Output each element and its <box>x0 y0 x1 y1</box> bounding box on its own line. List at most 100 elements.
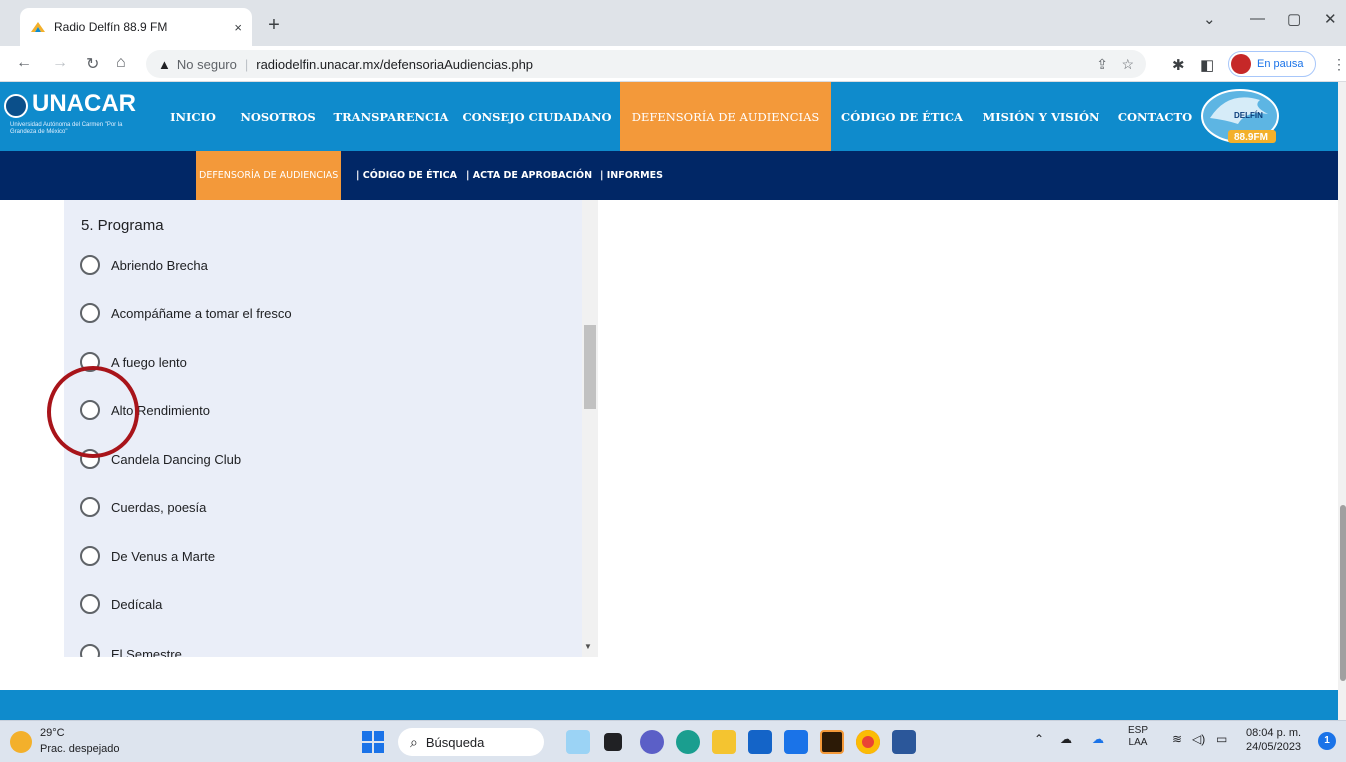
extensions-icon[interactable]: ✱ <box>1172 56 1185 74</box>
subnav-informes[interactable]: | INFORMES <box>600 151 663 200</box>
windows-taskbar: 29°C Prac. despejado ⌕ Búsqueda ⌃ ☁ ☁ ES… <box>0 720 1346 762</box>
search-placeholder: Búsqueda <box>425 734 485 750</box>
logo-subtitle: Universidad Autónoma del Carmen "Por la … <box>10 122 123 135</box>
radio-button[interactable] <box>80 303 100 323</box>
task-view-icon[interactable] <box>604 733 622 751</box>
l-app-icon[interactable] <box>784 730 808 754</box>
nav-contacto[interactable]: CONTACTO <box>1114 82 1196 151</box>
option-label[interactable]: Abriendo Brecha <box>111 258 208 273</box>
radio-button[interactable] <box>80 255 100 275</box>
system-clock[interactable]: 08:04 p. m. 24/05/2023 <box>1246 726 1301 754</box>
subnav-acta-aprobacion[interactable]: | ACTA DE APROBACIÓN <box>466 151 592 200</box>
taskbar-search[interactable]: ⌕ Búsqueda <box>398 728 544 756</box>
question-title: 5. Programa <box>81 217 164 234</box>
radio-delfin-logo[interactable]: DELFÍN 88.9FM <box>1198 84 1282 148</box>
menu-kebab-icon[interactable]: ⋮ <box>1332 56 1346 73</box>
option-label[interactable]: Dedícala <box>111 597 162 612</box>
language-code: ESP <box>1128 725 1149 736</box>
radio-logo-name: DELFÍN <box>1234 111 1263 120</box>
unacar-logo[interactable]: UNACAR Universidad Autónoma del Carmen "… <box>4 90 154 138</box>
subnav-codigo-etica[interactable]: | CÓDIGO DE ÉTICA <box>356 151 457 200</box>
teams-chat-icon[interactable] <box>640 730 664 754</box>
option-acompaname[interactable]: Acompáñame a tomar el fresco <box>80 302 292 324</box>
search-icon: ⌕ <box>410 733 418 750</box>
radio-button[interactable] <box>80 594 100 614</box>
profile-label: En pausa <box>1257 58 1304 70</box>
nav-consejo-ciudadano[interactable]: CONSEJO CIUDADANO <box>458 82 616 151</box>
nav-transparencia[interactable]: TRANSPARENCIA <box>332 82 450 151</box>
chrome-icon[interactable] <box>856 730 880 754</box>
site-footer <box>0 690 1338 720</box>
browser-tab[interactable]: Radio Delfín 88.9 FM × <box>20 8 252 46</box>
back-icon[interactable]: ← <box>16 54 32 72</box>
nav-nosotros[interactable]: NOSOTROS <box>232 82 324 151</box>
forward-icon[interactable]: → <box>52 54 68 72</box>
nav-inicio[interactable]: INICIO <box>162 82 224 151</box>
scroll-down-arrow-icon[interactable]: ▼ <box>584 642 592 651</box>
embedded-survey-form: 5. Programa Abriendo Brecha Acompáñame a… <box>64 200 598 657</box>
option-label[interactable]: El Semestre <box>111 647 182 658</box>
onedrive-outline-icon[interactable]: ☁ <box>1060 732 1072 746</box>
clock-date: 24/05/2023 <box>1246 741 1302 753</box>
subnav-defensoria[interactable]: DEFENSORÍA DE AUDIENCIAS <box>196 151 342 200</box>
url-text[interactable]: radiodelfin.unacar.mx/defensoriaAudienci… <box>256 57 533 72</box>
option-label[interactable]: Cuerdas, poesía <box>111 500 206 515</box>
minimize-button[interactable]: — <box>1250 10 1265 27</box>
omnibox-separator: | <box>244 56 249 72</box>
form-scrollbar[interactable] <box>582 200 598 657</box>
file-explorer-icon[interactable] <box>712 730 736 754</box>
weather-description[interactable]: Prac. despejado <box>40 743 120 755</box>
radio-button[interactable] <box>80 546 100 566</box>
nav-defensoria[interactable]: DEFENSORÍA DE AUDIENCIAS <box>620 82 831 151</box>
word-icon[interactable] <box>892 730 916 754</box>
onedrive-icon[interactable]: ☁ <box>1092 732 1104 746</box>
radio-logo-frequency: 88.9FM <box>1234 132 1268 143</box>
radio-button[interactable] <box>80 644 100 657</box>
option-label[interactable]: Candela Dancing Club <box>111 452 241 467</box>
reload-icon[interactable]: ↻ <box>86 54 99 74</box>
weather-moon-icon[interactable] <box>10 731 32 753</box>
radio-button[interactable] <box>80 497 100 517</box>
battery-icon[interactable]: ▭ <box>1216 732 1227 746</box>
option-el-semestre[interactable]: El Semestre <box>80 643 182 657</box>
share-icon[interactable]: ⇪ <box>1096 56 1108 73</box>
sidepanel-icon[interactable]: ◧ <box>1200 56 1214 74</box>
option-label[interactable]: A fuego lento <box>111 355 187 370</box>
nav-mision-vision[interactable]: MISIÓN Y VISIÓN <box>972 82 1110 151</box>
option-abriendo-brecha[interactable]: Abriendo Brecha <box>80 254 208 276</box>
option-cuerdas-poesia[interactable]: Cuerdas, poesía <box>80 496 206 518</box>
close-window-button[interactable]: ✕ <box>1324 10 1337 28</box>
widgets-app-icon[interactable] <box>566 730 590 754</box>
address-bar[interactable]: ▲ No seguro | radiodelfin.unacar.mx/defe… <box>146 50 1146 78</box>
maximize-button[interactable]: ▢ <box>1287 10 1301 28</box>
browser-toolbar: ← → ↻ ⌂ ▲ No seguro | radiodelfin.unacar… <box>0 46 1346 82</box>
nav-codigo-etica[interactable]: CÓDIGO DE ÉTICA <box>838 82 966 151</box>
option-label[interactable]: De Venus a Marte <box>111 549 215 564</box>
weather-temperature[interactable]: 29°C <box>40 727 65 739</box>
language-indicator[interactable]: ESP LAA <box>1128 725 1148 749</box>
tab-search-icon[interactable]: ⌄ <box>1203 10 1216 28</box>
bookmark-star-icon[interactable]: ☆ <box>1121 56 1134 73</box>
security-label[interactable]: No seguro <box>177 57 237 72</box>
edge-browser-icon[interactable] <box>676 730 700 754</box>
page-scrollbar-thumb[interactable] <box>1340 505 1346 681</box>
volume-icon[interactable]: ◁) <box>1192 732 1205 746</box>
clock-time: 08:04 p. m. <box>1246 727 1302 739</box>
chevron-up-icon[interactable]: ⌃ <box>1034 732 1044 746</box>
form-scrollbar-thumb[interactable] <box>584 325 596 409</box>
option-de-venus-a-marte[interactable]: De Venus a Marte <box>80 545 215 567</box>
option-label[interactable]: Acompáñame a tomar el fresco <box>111 306 292 321</box>
windows-start-icon[interactable] <box>362 731 384 753</box>
highlight-annotation-circle <box>47 366 139 458</box>
illustrator-icon[interactable] <box>820 730 844 754</box>
profile-button[interactable]: En pausa <box>1228 51 1316 77</box>
home-icon[interactable]: ⌂ <box>116 54 126 72</box>
tab-close-icon[interactable]: × <box>234 20 242 35</box>
notification-badge[interactable]: 1 <box>1318 732 1336 750</box>
wifi-icon[interactable]: ≋ <box>1172 732 1182 746</box>
keyboard-layout: LAA <box>1128 737 1148 748</box>
option-dedicala[interactable]: Dedícala <box>80 593 162 615</box>
warning-icon[interactable]: ▲ <box>158 57 171 72</box>
new-tab-button[interactable]: + <box>262 14 286 38</box>
store-icon[interactable] <box>748 730 772 754</box>
